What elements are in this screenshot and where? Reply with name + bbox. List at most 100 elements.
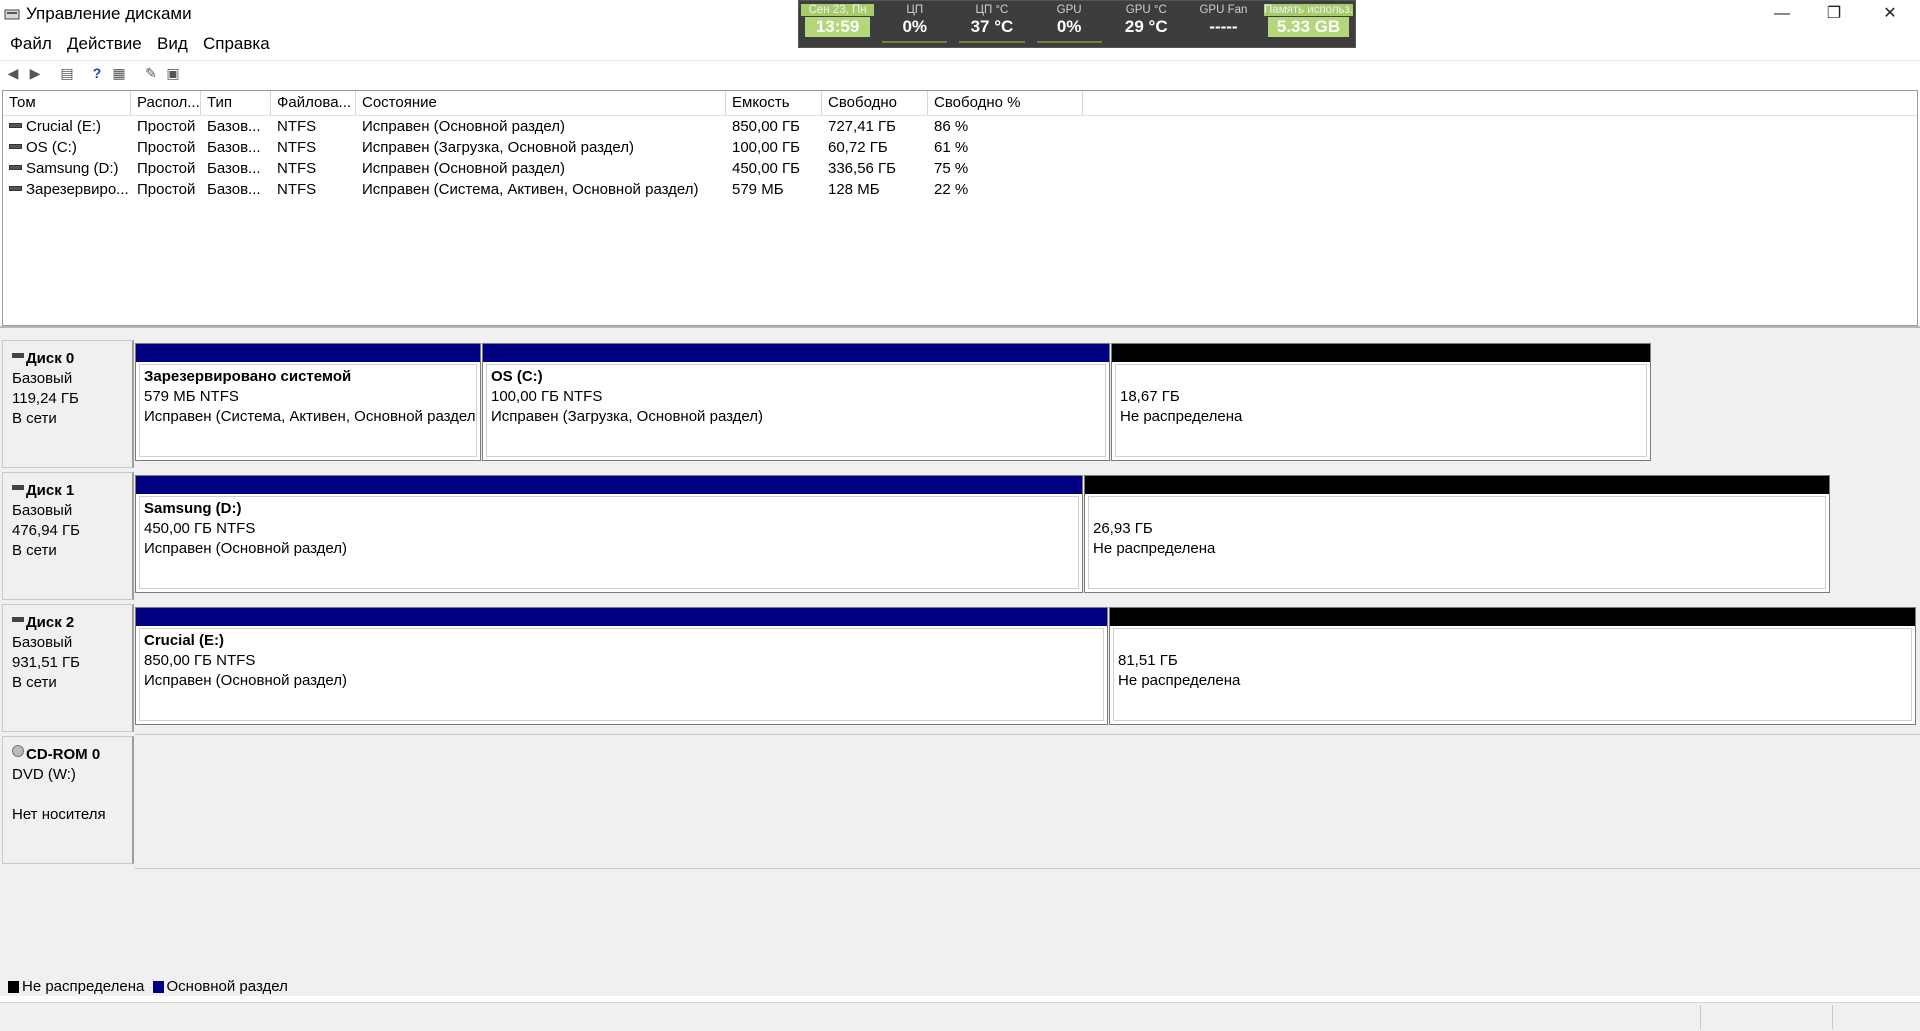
menu-help[interactable]: Справка [203,34,270,54]
disk-icon [12,352,24,358]
cdrom-0-label[interactable]: CD-ROM 0 DVD (W:) Нет носителя [2,736,134,864]
column-header-capacity[interactable]: Емкость [726,91,822,115]
volume-row[interactable]: Samsung (D:) Простой Базов... NTFS Испра… [3,158,1917,179]
partition-info: 26,93 ГБ Не распределена [1088,496,1826,589]
status-cell: Исправен (Основной раздел) [362,118,566,135]
primary-partition-bar [136,608,1107,626]
toolbar: ◀ ▶ ▤ ? ▦ ✎ ▣ [0,60,1920,85]
disk-size: 476,94 ГБ [12,522,81,539]
disk-status: В сети [12,542,57,559]
show-hide-tree-icon[interactable]: ▤ [58,64,76,82]
volume-row[interactable]: OS (C:) Простой Базов... NTFS Исправен (… [3,137,1917,158]
column-header-free[interactable]: Свободно [822,91,928,115]
minimize-button[interactable]: — [1754,0,1810,28]
close-button[interactable]: ✕ [1862,0,1918,28]
unallocated-bar [1112,344,1650,362]
partition-size: 26,93 ГБ [1093,520,1153,537]
free-percent-cell: 75 % [934,160,969,177]
partition-crucial-e[interactable]: Crucial (E:) 850,00 ГБ NTFS Исправен (Ос… [135,607,1108,725]
volume-list-header: Том Распол... Тип Файлова... Состояние Е… [3,91,1917,116]
column-header-volume[interactable]: Том [3,91,131,115]
layout-cell: Простой [137,160,196,177]
status-separator [1700,1005,1701,1029]
volume-icon [9,144,22,150]
primary-partition-bar [483,344,1109,362]
partition-size: 450,00 ГБ NTFS [144,520,256,537]
status-bar [0,1002,1920,1031]
partition-info: 18,67 ГБ Не распределена [1115,364,1647,457]
disk-graphical-view: Диск 0 Базовый 119,24 ГБ В сети Зарезерв… [0,326,1920,996]
volume-name-cell: Crucial (E:) [3,116,131,137]
disk-size: 931,51 ГБ [12,654,81,671]
restore-button[interactable]: ❐ [1806,0,1862,28]
partition-size: 18,67 ГБ [1120,388,1180,405]
monitor-label: Память использ. [1264,4,1353,16]
monitor-label: GPU [1056,4,1082,16]
unallocated-bar [1110,608,1915,626]
partition-info: Crucial (E:) 850,00 ГБ NTFS Исправен (Ос… [139,628,1104,721]
column-header-status[interactable]: Состояние [356,91,726,115]
column-header-filesystem[interactable]: Файлова... [271,91,356,115]
volume-name: OS (C:) [26,139,77,156]
disk-1-label[interactable]: Диск 1 Базовый 476,94 ГБ В сети [2,472,134,600]
type-cell: Базов... [207,139,261,156]
free-percent-cell: 86 % [934,118,969,135]
partition-samsung-d[interactable]: Samsung (D:) 450,00 ГБ NTFS Исправен (Ос… [135,475,1083,593]
column-header-layout[interactable]: Распол... [131,91,201,115]
partition-name [1093,499,1825,519]
volume-row[interactable]: Зарезервиро... Простой Базов... NTFS Исп… [3,179,1917,200]
legend: Не распределена Основной раздел [0,978,288,1000]
properties-icon[interactable]: ▦ [110,64,128,82]
menu-file[interactable]: Файл [10,34,52,54]
partition-os-c[interactable]: OS (C:) 100,00 ГБ NTFS Исправен (Загрузк… [482,343,1110,461]
back-arrow-icon[interactable]: ◀ [4,64,22,82]
window-title: Управление дисками [26,4,192,23]
partition-info: Samsung (D:) 450,00 ГБ NTFS Исправен (Ос… [139,496,1079,589]
filesystem-cell: NTFS [277,181,317,198]
disk-2-label[interactable]: Диск 2 Базовый 931,51 ГБ В сети [2,604,134,732]
status-cell: Исправен (Основной раздел) [362,160,566,177]
partition-name [1120,367,1646,387]
partition-unallocated-disk-0[interactable]: 18,67 ГБ Не распределена [1111,343,1651,461]
menu-action[interactable]: Действие [67,34,142,54]
partition-system-reserved[interactable]: Зарезервировано системой 579 МБ NTFS Исп… [135,343,481,461]
rescan-icon[interactable]: ✎ [142,64,160,82]
disk-status: В сети [12,674,57,691]
status-cell: Исправен (Загрузка, Основной раздел) [362,139,635,156]
menu-bar: Файл Действие Вид Справка [0,32,1920,58]
partition-state: Исправен (Основной раздел) [144,672,348,689]
column-header-free-percent[interactable]: Свободно % [928,91,1083,115]
partition-name: Зарезервировано системой [144,368,352,385]
partition-unallocated-disk-1[interactable]: 26,93 ГБ Не распределена [1084,475,1830,593]
partition-name: Crucial (E:) [144,632,225,649]
primary-partition-bar [136,476,1082,494]
disk-name: Диск 2 [26,614,75,631]
cdrom-status: Нет носителя [12,806,106,823]
partition-state: Не распределена [1120,408,1243,425]
type-cell: Базов... [207,118,261,135]
volume-row[interactable]: Crucial (E:) Простой Базов... NTFS Испра… [3,116,1917,137]
settings-icon[interactable]: ▣ [164,64,182,82]
unallocated-swatch [8,981,19,994]
unallocated-bar [1085,476,1829,494]
disk-type: Базовый [12,370,73,387]
free-cell: 727,41 ГБ [828,118,897,135]
monitor-label: ЦП °C [975,4,1009,16]
partition-name: Samsung (D:) [144,500,242,517]
help-icon[interactable]: ? [88,64,106,82]
cd-drive-icon [12,745,24,758]
forward-arrow-icon[interactable]: ▶ [26,64,44,82]
layout-cell: Простой [137,139,196,156]
primary-partition-bar [136,344,480,362]
layout-cell: Простой [137,118,196,135]
disk-icon [12,484,24,490]
disk-0-label[interactable]: Диск 0 Базовый 119,24 ГБ В сети [2,340,134,468]
cdrom-empty-area[interactable] [135,734,1920,869]
volume-name-cell: Зарезервиро... [3,179,131,200]
partition-name: OS (C:) [491,368,543,385]
disk-name: Диск 1 [26,482,75,499]
column-header-type[interactable]: Тип [201,91,271,115]
partition-state: Не распределена [1093,540,1216,557]
menu-view[interactable]: Вид [157,34,188,54]
partition-unallocated-disk-2[interactable]: 81,51 ГБ Не распределена [1109,607,1916,725]
